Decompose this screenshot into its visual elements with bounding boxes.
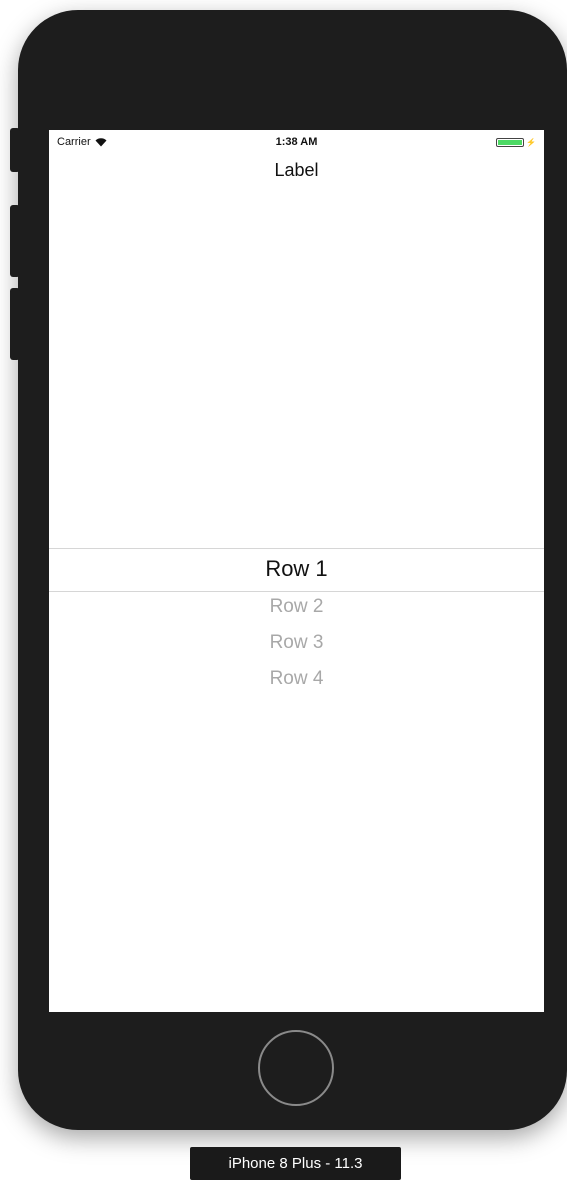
volume-down-button [10, 288, 20, 360]
picker-row-1[interactable]: Row 1 [49, 556, 544, 582]
battery-indicator: ⚡ [496, 138, 536, 147]
mute-switch [10, 128, 20, 172]
home-button[interactable] [258, 1030, 334, 1106]
page-label: Label [274, 160, 319, 180]
battery-level [498, 140, 523, 145]
battery-icon [496, 138, 525, 147]
status-bar: Carrier 1:38 AM ⚡ [49, 130, 544, 156]
status-time: 1:38 AM [275, 136, 318, 148]
charging-icon: ⚡ [526, 138, 536, 147]
volume-up-button [10, 205, 20, 277]
simulator-device-label: iPhone 8 Plus - 11.3 [190, 1147, 401, 1180]
picker-row-2[interactable]: Row 2 [49, 596, 544, 618]
picker-row-3[interactable]: Row 3 [49, 632, 544, 654]
screen: Carrier 1:38 AM ⚡ Label Row 1 Row 2 Row … [49, 130, 544, 1012]
picker-row-4[interactable]: Row 4 [49, 668, 544, 690]
